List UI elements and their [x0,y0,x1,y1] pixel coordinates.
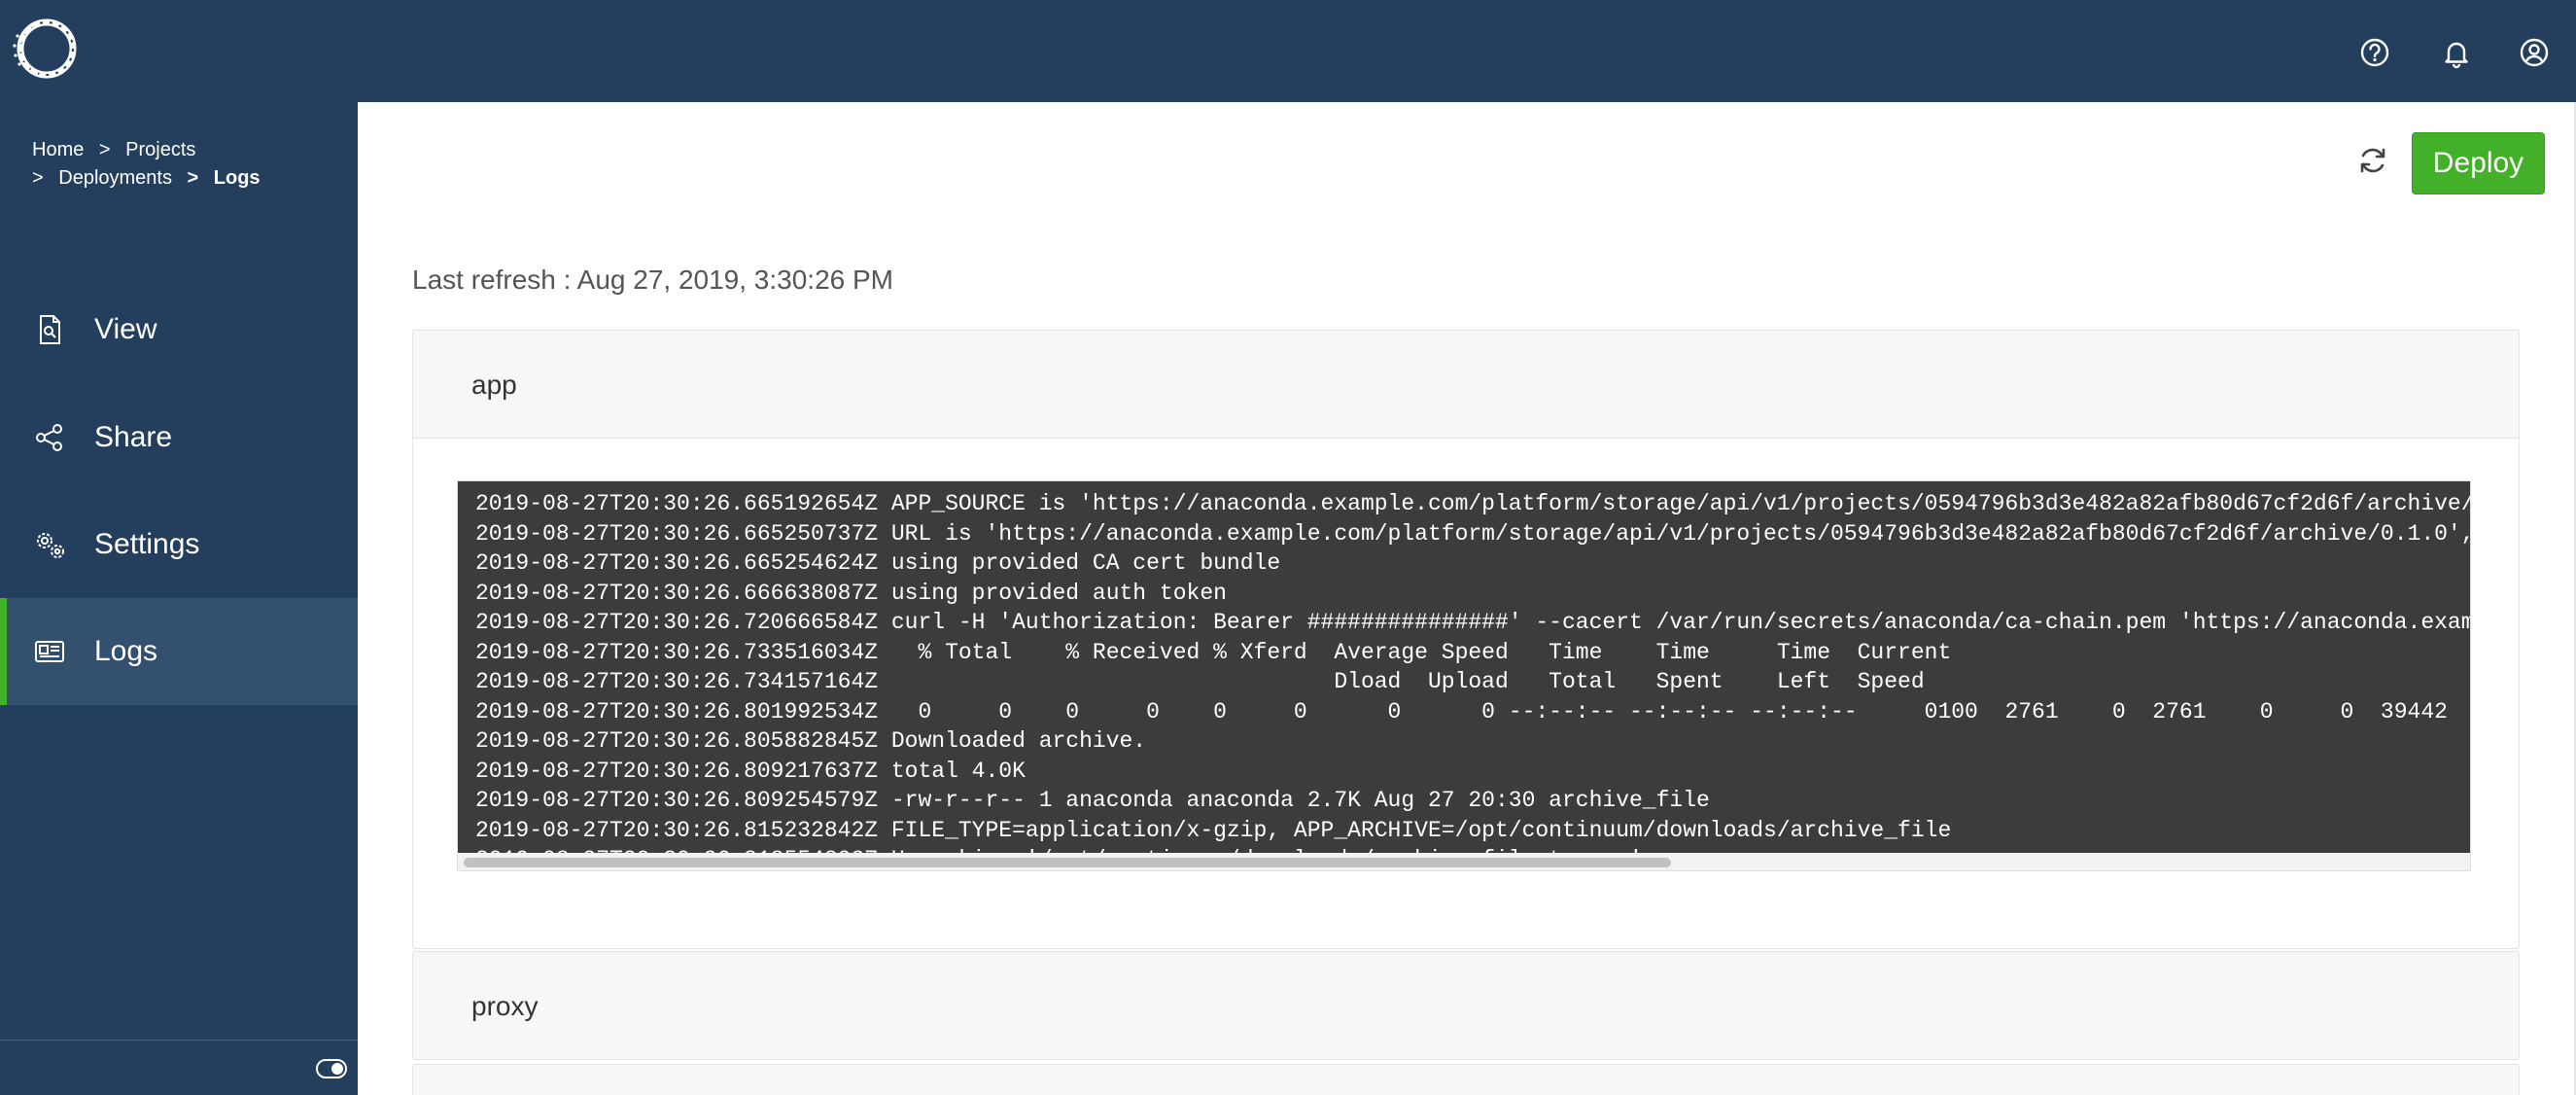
log-line: 2019-08-27T20:30:26.815232842Z FILE_TYPE… [475,817,1952,843]
sidebar-item-label: Share [94,421,173,453]
logs-icon [35,641,64,662]
log-line: 2019-08-27T20:30:26.720666584Z curl -H '… [475,610,2470,635]
proxy-card-title: proxy [471,991,539,1021]
log-line: 2019-08-27T20:30:26.666638087Z using pro… [475,580,1227,606]
sidebar-divider [0,1040,358,1041]
next-log-card [412,1064,2520,1095]
anaconda-logo-icon[interactable] [12,14,82,84]
breadcrumb-home[interactable]: Home [32,139,84,160]
log-line: 2019-08-27T20:30:26.805882845Z Downloade… [475,728,1147,754]
log-line: 2019-08-27T20:30:26.809254579Z -rw-r--r-… [475,788,1710,813]
log-line: 2019-08-27T20:30:26.665254624Z using pro… [475,550,1281,576]
scrollbar-thumb[interactable] [464,858,1671,867]
sidebar-collapse-toggle[interactable] [316,1059,347,1078]
sidebar-item-logs[interactable]: Logs [0,598,358,705]
bell-icon[interactable] [2437,33,2476,72]
app-log-output: 2019-08-27T20:30:26.665192654Z APP_SOURC… [458,481,2470,870]
document-icon [40,315,60,344]
share-icon [36,424,62,451]
sidebar-item-label: View [94,313,157,345]
refresh-icon[interactable] [2356,144,2389,177]
proxy-log-card: proxy [412,951,2520,1060]
breadcrumb-current: Logs [213,167,261,189]
log-line: 2019-08-27T20:30:26.801992534Z 0 0 0 0 0… [475,698,2470,724]
sidebar-item-view[interactable]: View [0,276,358,383]
deploy-button[interactable]: Deploy [2412,132,2545,194]
next-card-header[interactable] [413,1065,2519,1095]
log-line: 2019-08-27T20:30:26.665250737Z URL is 'h… [475,520,2470,547]
breadcrumb-separator: > [98,139,111,160]
breadcrumb-separator: > [187,167,199,189]
last-refresh-text: Last refresh : Aug 27, 2019, 3:30:26 PM [412,265,893,295]
sidebar-item-settings[interactable]: Settings [0,491,358,598]
log-line: 2019-08-27T20:30:26.734157164Z Dload Upl… [475,669,1925,694]
proxy-card-header[interactable]: proxy [413,952,2519,1060]
log-line: 2019-08-27T20:30:26.733516034Z % Total %… [475,639,1952,665]
app-card-header[interactable]: app [413,331,2519,439]
app-log-card: app 2019-08-27T20:30:26.665192654Z APP_S… [412,330,2520,949]
sidebar-item-label: Logs [94,635,158,667]
breadcrumb-separator: > [32,167,44,189]
log-line: 2019-08-27T20:30:26.809217637Z total 4.0… [475,758,1026,784]
sidebar-item-label: Settings [94,528,200,560]
app-card-title: app [471,370,517,400]
horizontal-scrollbar[interactable] [458,853,2470,870]
top-bar [0,0,2576,102]
log-line: 2019-08-27T20:30:26.665192654Z APP_SOURC… [475,491,2470,516]
gears-icon [37,533,64,558]
user-icon[interactable] [2515,33,2554,72]
app-log-box: 2019-08-27T20:30:26.665192654Z APP_SOURC… [457,480,2471,871]
breadcrumb-deployments[interactable]: Deployments [58,167,172,189]
sidebar: Home > Projects > Deployments > Logs Vie… [0,102,358,1095]
help-icon[interactable] [2355,33,2394,72]
sidebar-item-share[interactable]: Share [0,384,358,491]
breadcrumb: Home > Projects > Deployments > Logs [32,136,343,193]
toggle-knob [331,1063,343,1075]
breadcrumb-projects[interactable]: Projects [125,139,195,160]
